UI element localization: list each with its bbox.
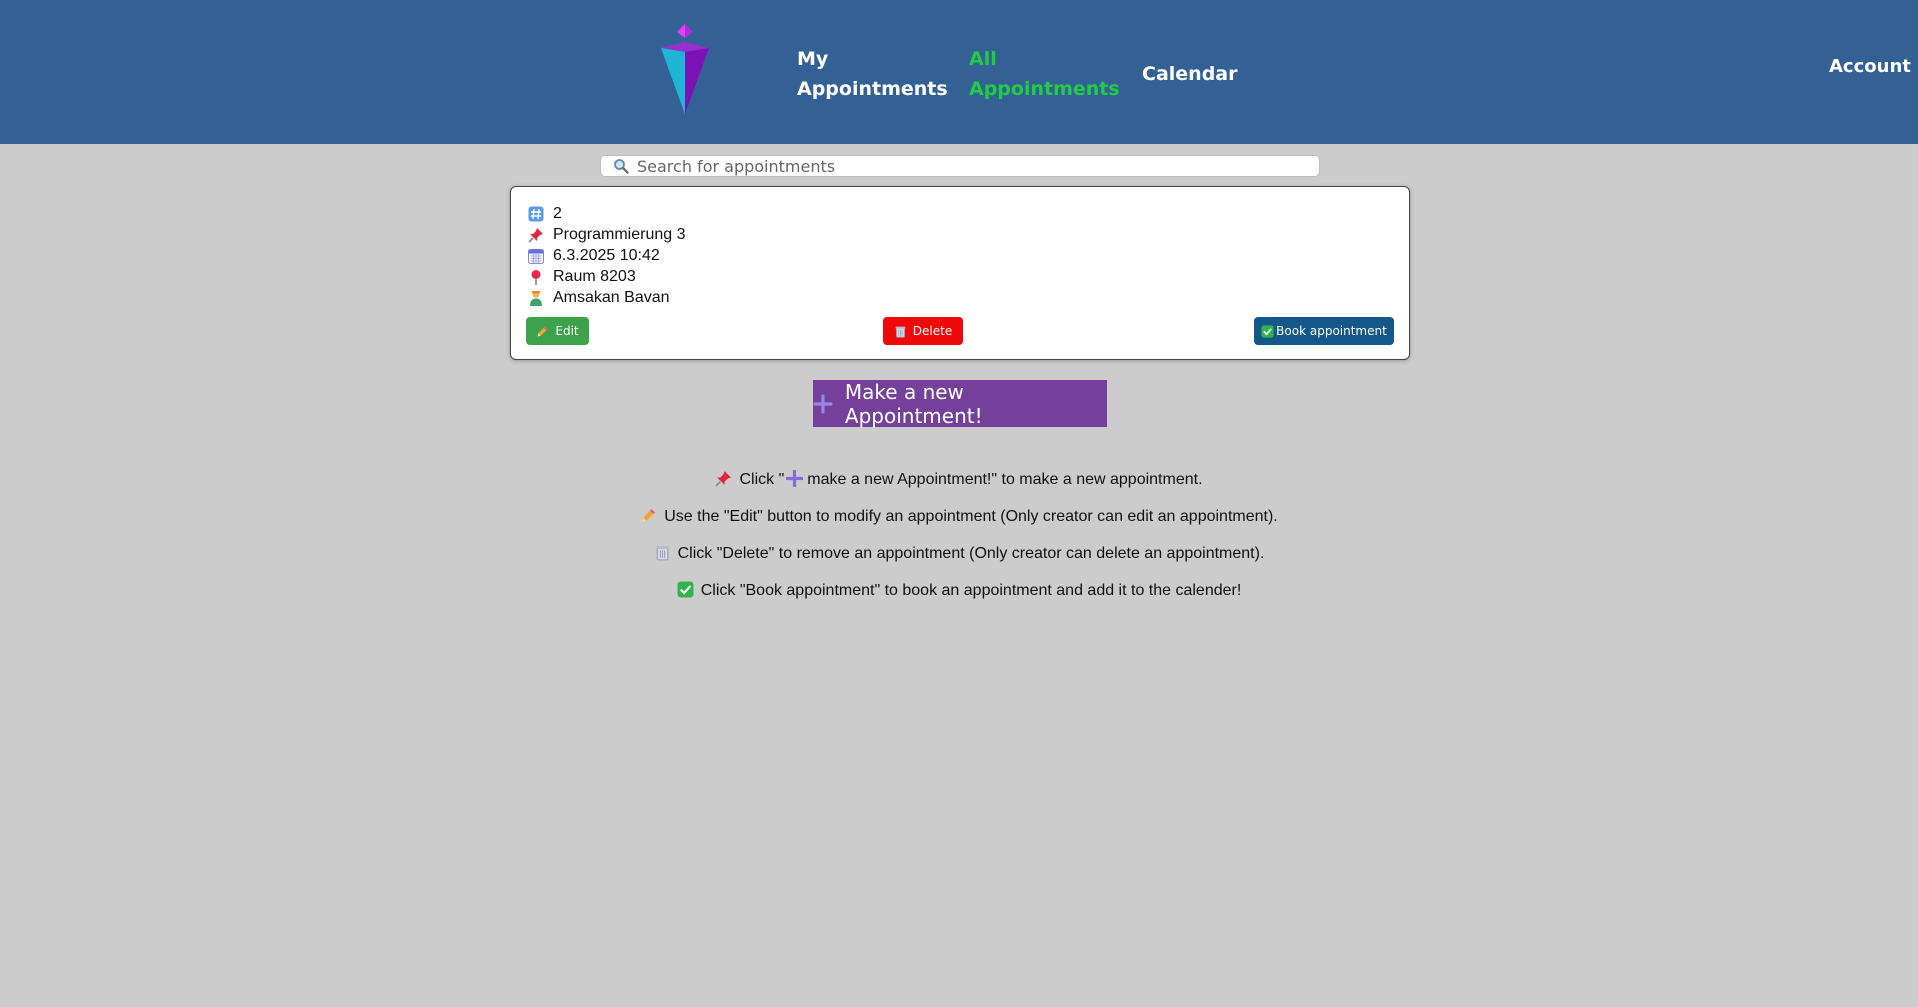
pencil-icon [642, 509, 656, 522]
new-appointment-button[interactable]: Make a new Appointment! [813, 379, 1107, 428]
appointment-id: 2 [553, 204, 562, 222]
pencil-icon [538, 326, 548, 336]
appointment-card: 2 Programmierung 3 6.3.2025 10:42 Raum 8… [510, 186, 1410, 360]
book-appointment-button[interactable]: Book appointment [1254, 317, 1394, 345]
book-appointment-button-label: Book appointment [1276, 324, 1387, 338]
appointment-datetime: 6.3.2025 10:42 [553, 246, 660, 264]
top-nav-bar: My Appointments All Appointments Calenda… [0, 0, 1918, 144]
checkmark-icon [1261, 324, 1274, 338]
instruction-book: Click "Book appointment" to book an appo… [0, 580, 1918, 602]
appointment-location-row: Raum 8203 [528, 266, 636, 287]
search-icon [614, 159, 629, 174]
delete-button-label: Delete [912, 324, 953, 338]
person-icon [530, 290, 542, 306]
appointment-id-row: 2 [528, 203, 562, 224]
pushpin-icon [715, 471, 732, 487]
nav-my-appointments-line1: My [797, 48, 829, 70]
instruction-book-text: Click "Book appointment" to book an appo… [700, 582, 1242, 599]
instruction-delete-text: Click "Delete" to remove an appointment … [677, 545, 1265, 562]
instruction-new-text-post: make a new Appointment!" to make a new a… [807, 471, 1203, 488]
trash-icon [655, 546, 669, 561]
nav-all-appointments-line1: All [969, 48, 997, 70]
checkmark-icon [677, 581, 694, 598]
plus-icon [813, 393, 833, 414]
appointment-datetime-row: 6.3.2025 10:42 [528, 245, 660, 266]
instruction-edit-text: Use the "Edit" button to modify an appoi… [664, 508, 1278, 525]
hash-icon [528, 206, 544, 221]
delete-button[interactable]: Delete [883, 317, 963, 345]
nav-account[interactable]: Account [1829, 52, 1911, 82]
calendar-icon [528, 248, 544, 264]
edit-button-label: Edit [555, 324, 579, 338]
search-bar[interactable] [600, 155, 1320, 177]
instruction-new-text-pre: Click " [739, 471, 785, 488]
appointment-title: Programmierung 3 [553, 225, 686, 243]
nav-my-appointments-line2: Appointments [797, 78, 948, 100]
edit-button[interactable]: Edit [526, 317, 589, 345]
new-appointment-button-label: Make a new Appointment! [844, 379, 983, 428]
crystal-logo-icon[interactable] [658, 22, 712, 114]
nav-my-appointments[interactable]: My Appointments [797, 44, 948, 104]
instruction-new: Click " make a new Appointment!" to make… [0, 469, 1918, 491]
pushpin-icon [528, 227, 543, 243]
appointment-title-row: Programmierung 3 [528, 224, 686, 245]
appointment-location: Raum 8203 [553, 267, 636, 285]
appointment-creator: Amsakan Bavan [553, 288, 670, 306]
instruction-edit: Use the "Edit" button to modify an appoi… [0, 506, 1918, 528]
location-pin-icon [531, 269, 541, 285]
nav-all-appointments[interactable]: All Appointments [969, 44, 1120, 104]
search-input[interactable] [637, 156, 1297, 176]
nav-calendar[interactable]: Calendar [1142, 59, 1237, 89]
plus-icon [786, 470, 804, 487]
trash-icon [895, 326, 906, 338]
nav-all-appointments-line2: Appointments [969, 78, 1120, 100]
appointment-creator-row: Amsakan Bavan [528, 287, 670, 308]
instruction-delete: Click "Delete" to remove an appointment … [0, 543, 1918, 565]
